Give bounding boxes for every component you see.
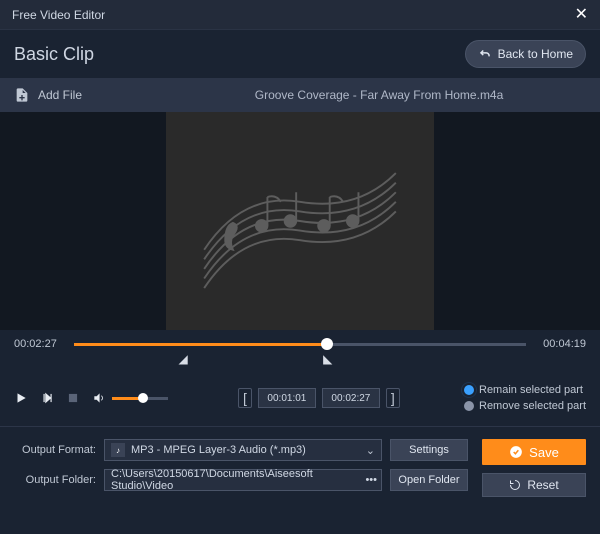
reset-button[interactable]: Reset: [482, 473, 586, 497]
set-end-bracket[interactable]: ]: [386, 388, 400, 408]
back-home-label: Back to Home: [498, 47, 573, 61]
output-panel: Output Format: ♪ MP3 - MPEG Layer-3 Audi…: [0, 427, 600, 509]
output-folder-label: Output Folder:: [14, 474, 96, 486]
stop-button[interactable]: [66, 391, 80, 405]
reset-icon: [509, 479, 521, 491]
chevron-down-icon: ⌄: [366, 444, 375, 457]
header: Basic Clip Back to Home: [0, 30, 600, 78]
preview-area: [0, 112, 600, 330]
browse-folder-button[interactable]: •••: [365, 474, 377, 486]
add-file-label: Add File: [38, 88, 82, 102]
app-name: Free Video Editor: [12, 8, 105, 22]
time-total: 00:04:19: [536, 338, 586, 350]
output-format-select[interactable]: ♪ MP3 - MPEG Layer-3 Audio (*.mp3) ⌄: [104, 439, 382, 461]
close-icon[interactable]: ✕: [575, 7, 588, 23]
clip-end-marker[interactable]: ◣: [323, 352, 332, 366]
settings-button[interactable]: Settings: [390, 439, 468, 461]
controls-row: [ ] Remain selected part Remove selected…: [0, 370, 600, 426]
radio-dot-icon: [464, 401, 474, 411]
check-icon: [509, 445, 523, 459]
clip-end-input[interactable]: [322, 388, 380, 408]
radio-remove[interactable]: Remove selected part: [464, 400, 586, 412]
radio-remain[interactable]: Remain selected part: [464, 384, 586, 396]
time-current: 00:02:27: [14, 338, 64, 350]
step-forward-button[interactable]: [40, 391, 54, 405]
add-file-icon: [14, 87, 30, 103]
open-folder-button[interactable]: Open Folder: [390, 469, 468, 491]
format-icon: ♪: [111, 443, 125, 457]
file-bar: Add File Groove Coverage - Far Away From…: [0, 78, 600, 112]
radio-remove-label: Remove selected part: [479, 400, 586, 412]
play-button[interactable]: [14, 391, 28, 405]
volume-slider[interactable]: [112, 397, 168, 400]
output-format-value: MP3 - MPEG Layer-3 Audio (*.mp3): [131, 444, 306, 456]
back-arrow-icon: [478, 47, 492, 61]
add-file-button[interactable]: Add File: [14, 87, 82, 103]
save-label: Save: [529, 445, 559, 460]
back-home-button[interactable]: Back to Home: [465, 40, 586, 68]
set-start-bracket[interactable]: [: [238, 388, 252, 408]
preview-canvas: [166, 112, 434, 330]
clip-start-input[interactable]: [258, 388, 316, 408]
output-folder-value: C:\Users\20150617\Documents\Aiseesoft St…: [111, 468, 375, 492]
volume-thumb[interactable]: [138, 393, 148, 403]
output-folder-field[interactable]: C:\Users\20150617\Documents\Aiseesoft St…: [104, 469, 382, 491]
radio-remain-label: Remain selected part: [479, 384, 583, 396]
title-bar: Free Video Editor ✕: [0, 0, 600, 30]
reset-label: Reset: [527, 478, 558, 492]
timeline-thumb[interactable]: [321, 338, 333, 350]
volume-icon[interactable]: [92, 391, 106, 405]
timeline-track[interactable]: [74, 338, 526, 350]
current-filename: Groove Coverage - Far Away From Home.m4a: [172, 88, 586, 102]
output-format-label: Output Format:: [14, 444, 96, 456]
page-title: Basic Clip: [14, 44, 94, 65]
radio-dot-icon: [464, 385, 474, 395]
save-button[interactable]: Save: [482, 439, 586, 465]
music-notes-icon: [185, 131, 415, 311]
clip-start-marker[interactable]: ◢: [178, 352, 187, 366]
timeline: 00:02:27 00:04:19 ◢ ◣: [0, 330, 600, 370]
